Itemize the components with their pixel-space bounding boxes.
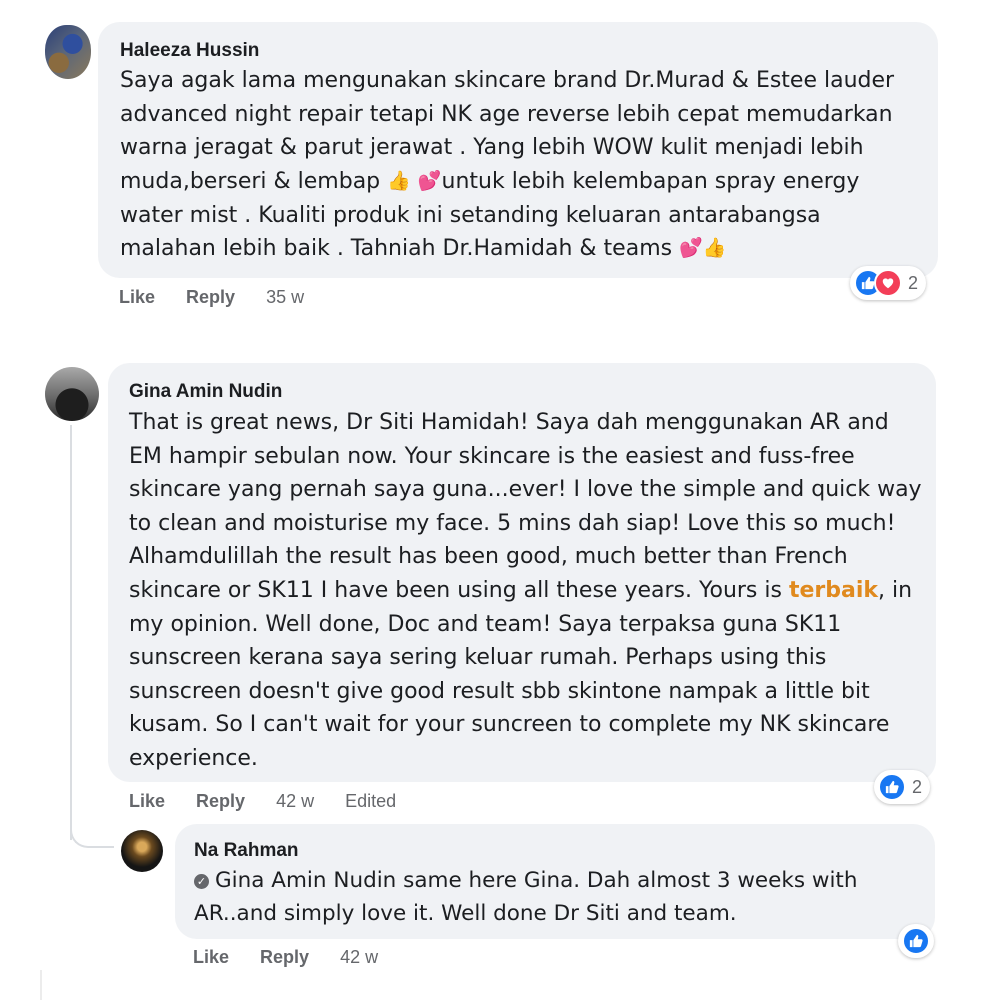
comment-author-name[interactable]: Gina Amin Nudin [129, 381, 282, 403]
two-hearts-emoji-icon: 💕 [679, 237, 703, 260]
comment-timestamp[interactable]: 42 w [340, 947, 378, 967]
like-button[interactable]: Like [193, 947, 229, 967]
thumbs-up-emoji-icon: 👍 [702, 237, 727, 260]
comment-line: advanced night repair tetapi NK age reve… [120, 101, 893, 127]
love-reaction-icon [874, 269, 902, 297]
reaction-summary[interactable]: 2 [874, 770, 931, 804]
mention-link[interactable]: Gina Amin Nudin [215, 868, 396, 893]
comment-line-part: , in [878, 577, 913, 603]
comment-line-part: malahan lebih baik . Tahniah Dr.Hamidah … [120, 236, 673, 262]
comment-line: skincare or SK11 I have been using all t… [129, 574, 922, 608]
comment-line: EM hampir sebulan now. Your skincare is … [129, 443, 855, 469]
reply-button[interactable]: Reply [196, 791, 245, 811]
reaction-summary[interactable] [898, 924, 934, 958]
reaction-count: 2 [908, 272, 919, 293]
highlighted-word[interactable]: terbaik [789, 578, 878, 603]
comment-line: water mist . Kualiti produk ini setandin… [120, 202, 821, 228]
avatar-na-rahman[interactable] [121, 830, 163, 872]
thread-divider [40, 970, 42, 1000]
comment-line-part: untuk lebih kelembapan spray energy [441, 168, 860, 194]
comment-line: kusam. So I can't wait for your suncreen… [129, 712, 890, 738]
comment-actions: Like Reply 35 w [119, 287, 330, 308]
comment-line: warna jeragat & parut jerawat . Yang leb… [120, 135, 864, 161]
comment-line: my opinion. Well done, Doc and team! Say… [129, 611, 842, 637]
comment-line: Alhamdulillah the result has been good, … [129, 544, 848, 570]
edited-label[interactable]: Edited [345, 791, 396, 811]
comment-text: ✓ Gina Amin Nudin same here Gina. Dah alm… [194, 864, 857, 930]
avatar-haleeza-hussin[interactable] [45, 25, 91, 79]
like-button[interactable]: Like [129, 791, 165, 811]
comment-text: Saya agak lama mengunakan skincare brand… [120, 64, 894, 266]
comment-author-name[interactable]: Haleeza Hussin [120, 40, 259, 62]
avatar-gina-amin-nudin[interactable] [45, 367, 99, 421]
reply-thread-connector [70, 820, 114, 848]
comment-actions: Like Reply 42 w Edited [129, 791, 422, 812]
comment-text: That is great news, Dr Siti Hamidah! Say… [129, 406, 922, 776]
comment-timestamp[interactable]: 42 w [276, 791, 314, 811]
reaction-count: 2 [912, 776, 923, 797]
reply-thread-line [70, 425, 72, 840]
comment-line: Saya agak lama mengunakan skincare brand… [120, 68, 895, 93]
comment-line: sunscreen doesn't give good result sbb s… [129, 678, 870, 704]
comment-line-part: same here Gina. Dah almost 3 weeks with [403, 868, 858, 893]
comment-line: sunscreen kerana saya sering keluar ruma… [129, 645, 827, 671]
reply-button[interactable]: Reply [260, 947, 309, 967]
comment-author-name[interactable]: Na Rahman [194, 840, 299, 862]
comment-line: experience. [129, 745, 258, 771]
comment-line: That is great news, Dr Siti Hamidah! Say… [129, 410, 889, 435]
like-button[interactable]: Like [119, 287, 155, 307]
comment-line-part: muda,berseri & lembap [120, 168, 381, 194]
comment-line-part: skincare or SK11 I have been using all t… [129, 577, 782, 603]
reaction-summary[interactable]: 2 [850, 266, 927, 300]
comment-line: to clean and moisturise my face. 5 mins … [129, 510, 896, 536]
two-hearts-emoji-icon: 💕 [417, 169, 442, 192]
like-reaction-icon [878, 773, 906, 801]
comment-line: malahan lebih baik . Tahniah Dr.Hamidah … [120, 232, 894, 266]
comment-actions: Like Reply 42 w [193, 947, 404, 968]
comment-timestamp[interactable]: 35 w [266, 287, 304, 307]
comment-line: skincare yang pernah saya guna...ever! I… [129, 477, 922, 503]
reply-button[interactable]: Reply [186, 287, 235, 307]
thumbs-up-emoji-icon: 👍 [387, 169, 411, 192]
comment-line: AR..and simply love it. Well done Dr Sit… [194, 901, 737, 926]
comment-line: muda,berseri & lembap 👍 💕untuk lebih kel… [120, 165, 894, 199]
comment-line: ✓ Gina Amin Nudin same here Gina. Dah alm… [194, 864, 857, 897]
like-reaction-icon [902, 927, 930, 955]
mention-tag-icon: ✓ [194, 874, 209, 889]
